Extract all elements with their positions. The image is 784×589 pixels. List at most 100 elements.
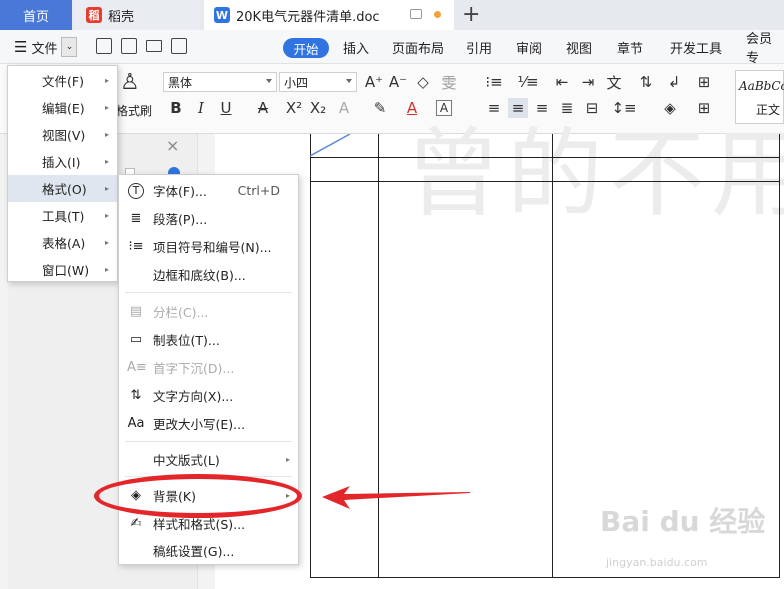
- table-border: [310, 181, 780, 182]
- menu-item-drop-cap: A≡ 首字下沉(D)...: [119, 354, 298, 381]
- bold-icon[interactable]: B: [166, 98, 186, 118]
- table-border: [779, 134, 780, 578]
- highlight-icon[interactable]: ✎: [370, 98, 390, 118]
- numbered-list-icon[interactable]: ⅟≡: [517, 72, 538, 92]
- tab-page-layout[interactable]: 页面布局: [392, 30, 444, 64]
- print-preview-icon[interactable]: [171, 38, 187, 54]
- menu-item-tabs[interactable]: ▭ 制表位(T)...: [119, 326, 298, 353]
- strikethrough-icon[interactable]: A: [253, 98, 273, 118]
- ruler-icon: ▭: [129, 332, 143, 347]
- menu-item-tools[interactable]: 工具(T) ▸: [8, 202, 117, 229]
- tab-chapter[interactable]: 章节: [617, 30, 643, 64]
- chinese-layout-icon[interactable]: 文: [604, 72, 624, 92]
- menu-item-label: 工具(T): [42, 209, 85, 224]
- tab-home-label: 首页: [22, 9, 49, 25]
- menu-item-table[interactable]: 表格(A) ▸: [8, 229, 117, 256]
- menu-item-bullets[interactable]: ⁝≡ 项目符号和编号(N)...: [119, 233, 298, 260]
- menu-item-label: 项目符号和编号(N)...: [153, 240, 272, 255]
- menu-item-label: 分栏(C)...: [153, 305, 209, 320]
- tab-member[interactable]: 会员专: [746, 30, 784, 66]
- tab-document[interactable]: W 20K电气元器件清单.doc: [204, 0, 454, 30]
- show-marks-icon[interactable]: ↲: [664, 72, 684, 92]
- font-size-combo[interactable]: 小四: [279, 72, 357, 92]
- menu-item-chinese-layout[interactable]: 中文版式(L) ▸: [119, 446, 298, 473]
- tab-view[interactable]: 视图: [566, 30, 592, 64]
- document-large-text: 曾的不用: [405, 118, 784, 230]
- phonetic-icon[interactable]: 雯: [439, 72, 459, 92]
- format-brush-icon[interactable]: ♙: [120, 70, 140, 95]
- superscript-icon[interactable]: X²: [284, 98, 304, 118]
- bullet-list-icon: ⁝≡: [128, 239, 144, 254]
- menu-item-label: 文件(F): [42, 74, 84, 89]
- menu-item-change-case[interactable]: Aa 更改大小写(E)...: [119, 410, 298, 437]
- chevron-right-icon: ▸: [104, 238, 109, 247]
- diagonal-cell-line: [310, 134, 351, 157]
- subscript-icon[interactable]: X₂: [308, 98, 328, 118]
- tab-home[interactable]: 首页: [0, 0, 72, 30]
- text-effect-icon[interactable]: A: [334, 98, 354, 118]
- menu-item-label: 制表位(T)...: [153, 333, 220, 348]
- menu-item-label: 更改大小写(E)...: [153, 417, 246, 432]
- format-brush-label[interactable]: 格式刷: [116, 102, 152, 119]
- tab-document-label: 20K电气元器件清单.doc: [236, 9, 380, 25]
- decrease-indent-icon[interactable]: ⇤: [552, 72, 572, 92]
- italic-icon[interactable]: I: [191, 98, 211, 118]
- tab-daoke[interactable]: 稻 稻壳: [74, 0, 200, 30]
- main-toolbar: ☰ 文件 ⌄ ↶ ↷ ▾ 开始 插入 页面布局 引用 审阅 视图 章节 开发工具…: [0, 30, 784, 85]
- bullet-list-icon[interactable]: ⁝≡: [484, 72, 504, 92]
- menu-item-edit[interactable]: 编辑(E) ▸: [8, 94, 117, 121]
- menu-item-manuscript[interactable]: 稿纸设置(G)...: [119, 537, 298, 564]
- site-watermark: Bai du 经验: [600, 505, 766, 538]
- text-direction-icon: ⇅: [130, 388, 142, 403]
- drop-cap-icon: A≡: [127, 360, 147, 375]
- menu-item-label: 文字方向(X)...: [153, 389, 234, 404]
- menu-item-label: 首字下沉(D)...: [153, 361, 235, 376]
- chevron-down-icon: [266, 79, 272, 83]
- table-border: [310, 577, 780, 578]
- menu-item-window[interactable]: 窗口(W) ▸: [8, 256, 117, 283]
- highlight-ellipse-annotation: [94, 474, 302, 518]
- menu-item-label: 表格(A): [42, 236, 86, 251]
- menu-item-borders[interactable]: 边框和底纹(B)...: [119, 261, 298, 288]
- clear-format-icon[interactable]: ◇: [413, 72, 433, 92]
- menu-item-font[interactable]: T 字体(F)... Ctrl+D: [119, 177, 298, 204]
- menu-item-columns: ▤ 分栏(C)...: [119, 298, 298, 325]
- close-icon[interactable]: ×: [166, 136, 179, 155]
- chevron-right-icon: ▸: [104, 157, 109, 166]
- menu-separator: [125, 292, 292, 293]
- tab-start[interactable]: 开始: [283, 38, 329, 58]
- chevron-down-icon[interactable]: ⌄: [61, 37, 78, 57]
- underline-icon[interactable]: U: [216, 98, 236, 118]
- menu-item-view[interactable]: 视图(V) ▸: [8, 121, 117, 148]
- tab-review[interactable]: 审阅: [516, 30, 542, 64]
- font-name-combo[interactable]: 黑体: [163, 72, 277, 92]
- tab-start-label: 开始: [293, 41, 319, 57]
- menu-item-text-direction[interactable]: ⇅ 文字方向(X)...: [119, 382, 298, 409]
- tab-insert[interactable]: 插入: [343, 30, 369, 64]
- chevron-right-icon: ▸: [104, 76, 109, 85]
- menu-item-paragraph[interactable]: ≣ 段落(P)...: [119, 205, 298, 232]
- tab-developer[interactable]: 开发工具: [670, 30, 722, 64]
- word-doc-icon: W: [214, 7, 230, 23]
- menu-item-file[interactable]: 文件(F) ▸: [8, 67, 117, 94]
- table-tools-icon[interactable]: ⊞: [694, 72, 714, 92]
- new-tab-button[interactable]: +: [462, 2, 480, 27]
- save-icon[interactable]: [96, 38, 112, 54]
- shrink-font-icon[interactable]: A⁻: [388, 72, 408, 92]
- print-icon[interactable]: [146, 40, 162, 52]
- export-icon[interactable]: [121, 38, 137, 54]
- window-icon[interactable]: [410, 9, 422, 19]
- chevron-right-icon: ▸: [104, 211, 109, 220]
- font-size-value: 小四: [284, 75, 309, 90]
- tab-review-label: 审阅: [516, 41, 543, 57]
- columns-icon: ▤: [129, 304, 143, 319]
- increase-indent-icon[interactable]: ⇥: [578, 72, 598, 92]
- sort-icon[interactable]: ⇅: [636, 72, 656, 92]
- menu-item-insert[interactable]: 插入(I) ▸: [8, 148, 117, 175]
- file-menu-button[interactable]: ☰ 文件 ⌄: [14, 30, 78, 64]
- change-case-icon: Aa: [127, 416, 145, 431]
- menu-item-format[interactable]: 格式(O) ▸: [8, 175, 117, 202]
- menu-item-label: 边框和底纹(B)...: [153, 268, 246, 283]
- tab-references[interactable]: 引用: [466, 30, 492, 64]
- grow-font-icon[interactable]: A⁺: [364, 72, 384, 92]
